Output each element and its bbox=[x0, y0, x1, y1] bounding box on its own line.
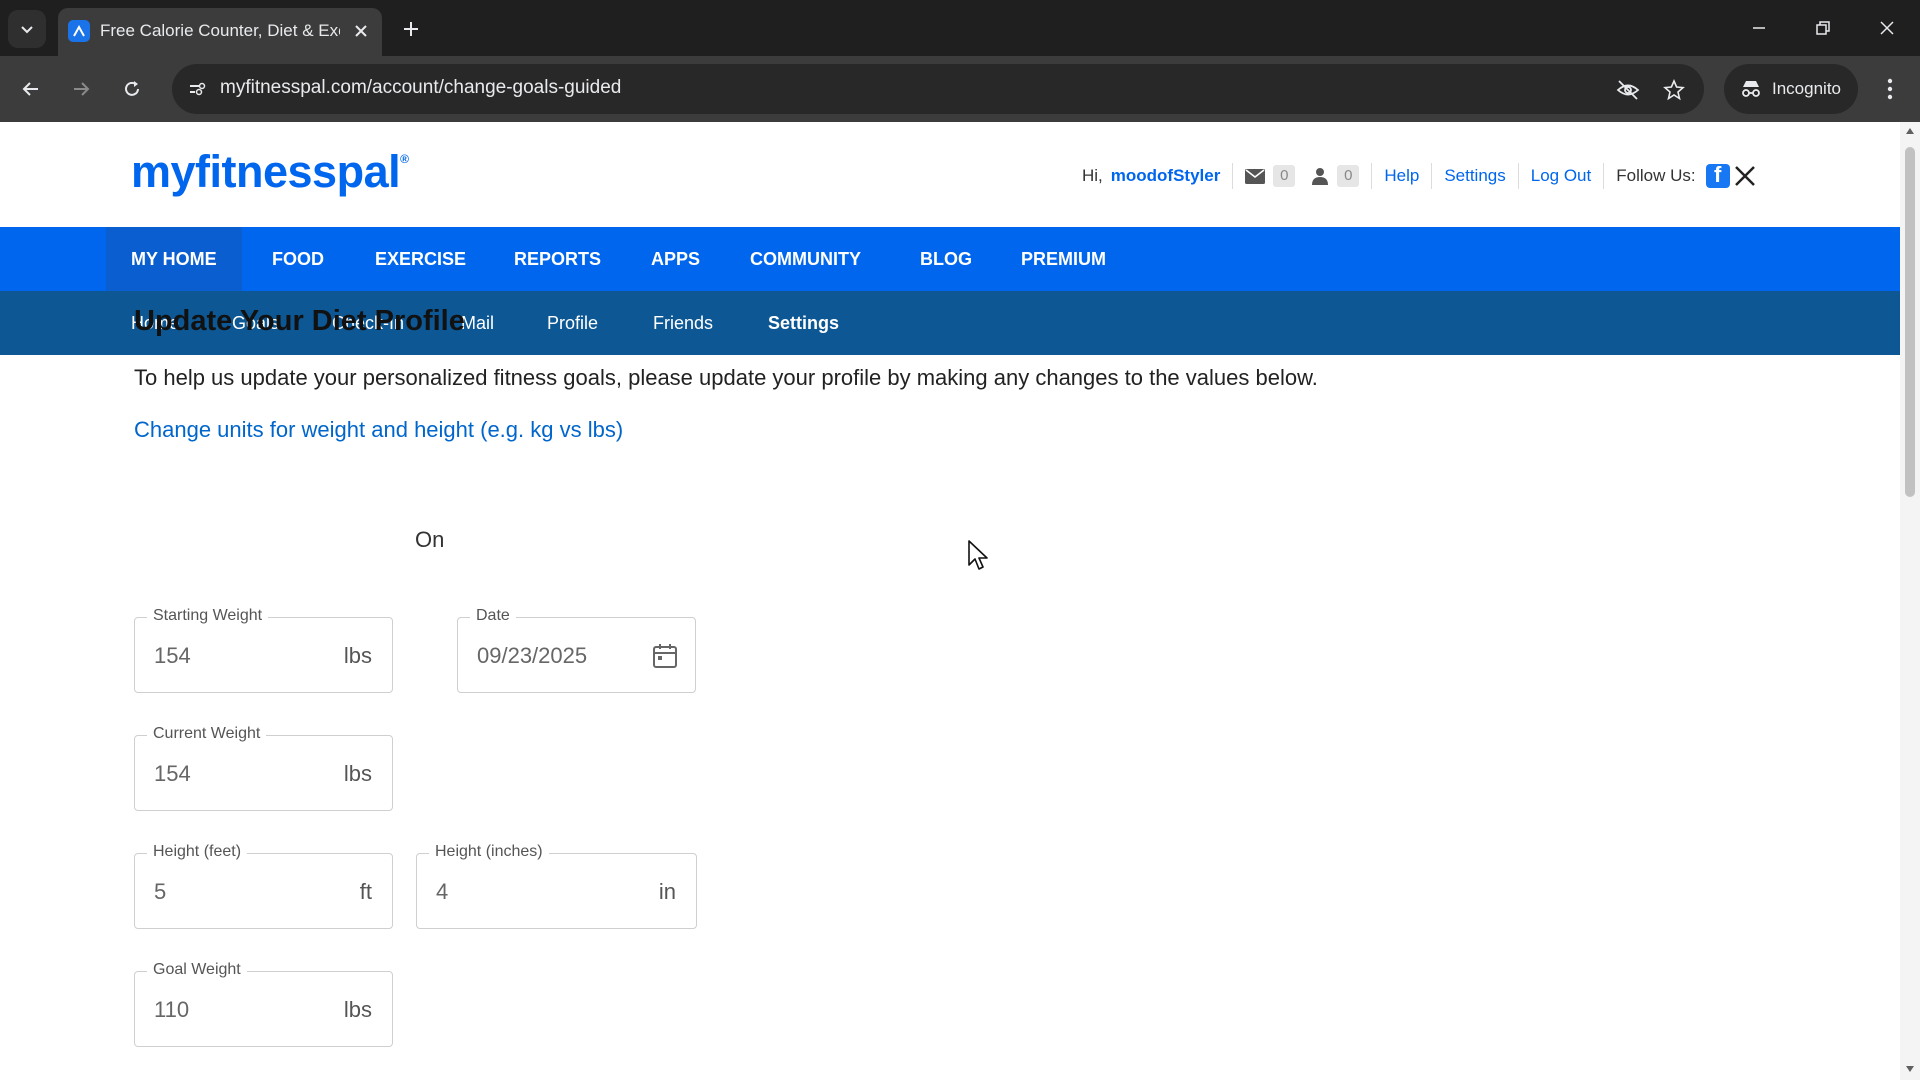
mail-icon bbox=[1245, 168, 1266, 184]
chevron-down-icon bbox=[21, 26, 33, 34]
nav-reports[interactable]: REPORTS bbox=[514, 227, 601, 291]
scroll-up-arrow-icon[interactable] bbox=[1900, 122, 1920, 140]
mail-link[interactable]: 0 bbox=[1245, 165, 1296, 187]
restore-button[interactable] bbox=[1802, 8, 1844, 48]
arrow-left-icon bbox=[22, 82, 38, 96]
minimize-button[interactable] bbox=[1738, 8, 1780, 48]
height-feet-label: Height (feet) bbox=[147, 843, 248, 861]
current-weight-field[interactable]: Current Weight 154 lbs bbox=[134, 725, 393, 811]
mouse-cursor-icon bbox=[968, 540, 988, 570]
starting-weight-field[interactable]: Starting Weight 154 lbs bbox=[134, 607, 393, 693]
bookmark-star-icon[interactable] bbox=[1660, 76, 1688, 104]
settings-link[interactable]: Settings bbox=[1444, 166, 1505, 186]
nav-premium[interactable]: PREMIUM bbox=[1021, 227, 1106, 291]
follow-us-label: Follow Us: bbox=[1616, 166, 1696, 185]
starting-weight-value: 154 bbox=[154, 643, 191, 668]
height-feet-field[interactable]: Height (feet) 5 ft bbox=[134, 843, 393, 929]
mfp-favicon-icon bbox=[68, 20, 90, 42]
current-weight-unit: lbs bbox=[343, 761, 372, 786]
subnav-settings[interactable]: Settings bbox=[768, 291, 839, 355]
starting-weight-unit: lbs bbox=[343, 643, 372, 668]
subnav-profile[interactable]: Profile bbox=[547, 291, 598, 355]
goal-weight-unit: lbs bbox=[343, 997, 372, 1022]
change-units-link[interactable]: Change units for weight and height (e.g.… bbox=[134, 417, 623, 443]
height-inches-label: Height (inches) bbox=[429, 843, 549, 861]
date-value: 09/23/2025 bbox=[477, 643, 588, 668]
date-label: Date bbox=[470, 607, 516, 625]
nav-my-home[interactable]: MY HOME bbox=[106, 227, 242, 291]
greeting: Hi, bbox=[1082, 166, 1103, 185]
nav-exercise[interactable]: EXERCISE bbox=[375, 227, 466, 291]
minimize-icon bbox=[1753, 27, 1765, 29]
nav-blog[interactable]: BLOG bbox=[920, 227, 972, 291]
nav-food[interactable]: FOOD bbox=[272, 227, 324, 291]
friend-count: 0 bbox=[1337, 165, 1360, 187]
browser-tab-bar: Free Calorie Counter, Diet & Exercise Jo… bbox=[0, 0, 1920, 56]
starting-weight-label: Starting Weight bbox=[147, 607, 269, 625]
scroll-thumb[interactable] bbox=[1905, 147, 1915, 497]
reload-icon bbox=[125, 81, 139, 96]
help-link[interactable]: Help bbox=[1384, 166, 1419, 186]
goal-weight-value: 110 bbox=[154, 997, 190, 1022]
x-twitter-icon[interactable] bbox=[1734, 165, 1756, 187]
forward-button[interactable] bbox=[62, 70, 100, 108]
mail-count: 0 bbox=[1273, 165, 1296, 187]
url-text: myfitnesspal.com/account/change-goals-gu… bbox=[220, 77, 622, 98]
height-inches-unit: in bbox=[658, 879, 676, 904]
scroll-down-arrow-icon[interactable] bbox=[1900, 1060, 1920, 1078]
browser-toolbar: myfitnesspal.com/account/change-goals-gu… bbox=[0, 56, 1920, 122]
close-icon bbox=[1880, 21, 1894, 35]
page-title: Update Your Diet Profile bbox=[134, 305, 465, 337]
eye-off-icon[interactable] bbox=[1614, 76, 1642, 104]
facebook-icon[interactable]: f bbox=[1705, 164, 1730, 188]
current-weight-value: 154 bbox=[154, 761, 191, 786]
incognito-indicator[interactable]: Incognito bbox=[1724, 64, 1858, 114]
height-inches-value: 4 bbox=[436, 879, 449, 904]
plus-icon bbox=[404, 22, 418, 36]
logout-link[interactable]: Log Out bbox=[1531, 166, 1592, 186]
calendar-icon[interactable] bbox=[651, 642, 679, 670]
restore-icon bbox=[1816, 21, 1830, 35]
browser-menu-button[interactable] bbox=[1874, 72, 1906, 106]
mfp-logo[interactable]: myfitnesspal® bbox=[131, 146, 409, 198]
incognito-icon bbox=[1742, 81, 1760, 97]
main-nav: MY HOME FOOD EXERCISE REPORTS APPS COMMU… bbox=[0, 227, 1900, 291]
height-feet-value: 5 bbox=[154, 879, 167, 904]
site-info-icon[interactable] bbox=[184, 76, 210, 102]
nav-community[interactable]: COMMUNITY bbox=[750, 227, 861, 291]
back-button[interactable] bbox=[12, 70, 50, 108]
browser-tab[interactable]: Free Calorie Counter, Diet & Exercise Jo… bbox=[58, 8, 382, 56]
date-field[interactable]: Date 09/23/2025 bbox=[457, 607, 696, 693]
subnav-friends[interactable]: Friends bbox=[653, 291, 713, 355]
tab-title: Free Calorie Counter, Diet & Exercise Jo… bbox=[100, 21, 340, 40]
nav-apps[interactable]: APPS bbox=[651, 227, 700, 291]
more-vert-icon bbox=[1887, 78, 1893, 100]
on-label: On bbox=[415, 527, 445, 552]
new-tab-button[interactable] bbox=[396, 14, 426, 44]
height-inches-field[interactable]: Height (inches) 4 in bbox=[416, 843, 697, 929]
tab-search-button[interactable] bbox=[8, 10, 46, 48]
incognito-label: Incognito bbox=[1772, 79, 1841, 98]
subnav-mail[interactable]: Mail bbox=[461, 291, 494, 355]
logo-text: myfitnesspal bbox=[131, 146, 401, 197]
username-link[interactable]: moodofStyler bbox=[1111, 166, 1221, 186]
close-window-button[interactable] bbox=[1866, 8, 1908, 48]
page: myfitnesspal® Hi, moodofStyler 0 0 Help … bbox=[0, 122, 1900, 1080]
person-icon bbox=[1312, 168, 1329, 185]
goal-weight-field[interactable]: Goal Weight 110 lbs bbox=[134, 961, 393, 1047]
close-icon bbox=[355, 25, 367, 37]
current-weight-label: Current Weight bbox=[147, 725, 267, 743]
goal-weight-label: Goal Weight bbox=[147, 961, 247, 979]
address-bar[interactable]: myfitnesspal.com/account/change-goals-gu… bbox=[172, 64, 1704, 114]
friend-requests-link[interactable]: 0 bbox=[1311, 165, 1360, 187]
reload-button[interactable] bbox=[113, 70, 151, 108]
page-scrollbar[interactable] bbox=[1900, 122, 1920, 1080]
height-feet-unit: ft bbox=[359, 879, 372, 904]
intro-text: To help us update your personalized fitn… bbox=[134, 365, 1318, 390]
user-bar: Hi, moodofStyler 0 0 Help Settings Log O… bbox=[1082, 162, 1756, 190]
tab-close-button[interactable] bbox=[348, 18, 374, 44]
arrow-right-icon bbox=[74, 82, 90, 96]
